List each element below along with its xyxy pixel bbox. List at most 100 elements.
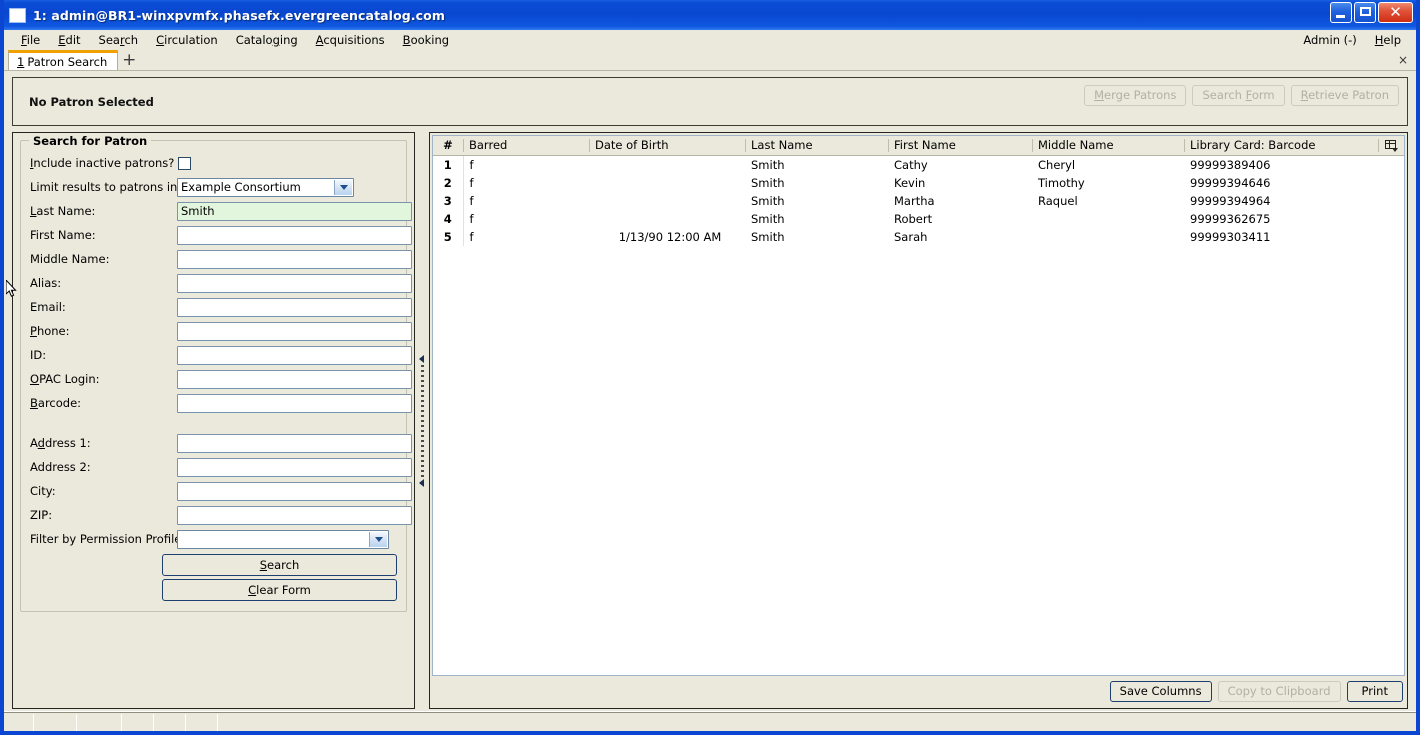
save-columns-button[interactable]: Save Columns bbox=[1109, 680, 1212, 702]
zip-input[interactable] bbox=[177, 505, 412, 525]
limit-results-select[interactable]: Example Consortium bbox=[177, 177, 354, 197]
table-row[interactable]: 3 f Smith Martha Raquel 99999394964 bbox=[433, 191, 1404, 210]
menu-admin[interactable]: Admin (-) bbox=[1294, 33, 1365, 47]
label-include-inactive: Include inactive patrons? bbox=[30, 156, 175, 170]
table-row[interactable]: 2 f Smith Kevin Timothy 99999394646 bbox=[433, 173, 1404, 192]
close-button[interactable]: ✕ bbox=[1378, 2, 1413, 23]
status-segment-1 bbox=[4, 714, 34, 731]
results-footer: Save Columns Copy to Clipboard Print bbox=[432, 676, 1405, 706]
status-segment-6 bbox=[186, 714, 218, 731]
window-controls: ✕ bbox=[1330, 2, 1413, 23]
status-segment-5 bbox=[154, 714, 186, 731]
page-title: No Patron Selected bbox=[29, 94, 154, 109]
table-row[interactable]: 5 f 1/13/90 12:00 AM Smith Sarah 9999930… bbox=[433, 227, 1404, 246]
new-tab-button[interactable]: + bbox=[118, 50, 140, 70]
column-header-library-card-barcode[interactable]: Library Card: Barcode bbox=[1184, 136, 1378, 156]
close-tab-button[interactable]: × bbox=[1398, 53, 1408, 67]
alias-input[interactable] bbox=[177, 273, 412, 293]
include-inactive-checkbox[interactable] bbox=[178, 156, 191, 170]
column-header-number[interactable]: # bbox=[433, 136, 463, 156]
tab-strip: 1 Patron Search + × bbox=[4, 49, 1416, 71]
cell-barcode: 99999394964 bbox=[1184, 191, 1378, 210]
splitter-collapse-right-icon bbox=[418, 478, 424, 487]
retrieve-patron-button[interactable]: Retrieve Patron bbox=[1290, 85, 1399, 106]
cell-date-of-birth bbox=[589, 209, 745, 228]
column-header-barred[interactable]: Barred bbox=[463, 136, 589, 156]
copy-to-clipboard-button[interactable]: Copy to Clipboard bbox=[1217, 680, 1341, 702]
last-name-input[interactable] bbox=[177, 201, 412, 221]
label-phone: Phone: bbox=[30, 324, 70, 338]
clear-form-button[interactable]: Clear Form bbox=[162, 579, 397, 601]
limit-results-value: Example Consortium bbox=[181, 180, 301, 194]
cell-date-of-birth: 1/13/90 12:00 AM bbox=[589, 227, 745, 246]
search-for-patron-fieldset: Search for Patron Include inactive patro… bbox=[20, 134, 412, 612]
close-icon: ✕ bbox=[1389, 3, 1402, 21]
column-header-last-name[interactable]: Last Name bbox=[745, 136, 888, 156]
city-input[interactable] bbox=[177, 481, 412, 501]
label-zip: ZIP: bbox=[30, 508, 53, 522]
permission-profile-select[interactable] bbox=[177, 529, 389, 549]
cell-date-of-birth bbox=[589, 191, 745, 210]
column-picker-button[interactable] bbox=[1378, 136, 1404, 156]
first-name-input[interactable] bbox=[177, 225, 412, 245]
menu-circulation[interactable]: Circulation bbox=[147, 33, 227, 47]
merge-patrons-button[interactable]: Merge Patrons bbox=[1084, 85, 1187, 106]
search-button-row: Search bbox=[30, 554, 397, 576]
opac-login-input[interactable] bbox=[177, 369, 412, 389]
menu-booking[interactable]: Booking bbox=[394, 33, 458, 47]
pane-splitter[interactable] bbox=[415, 132, 429, 709]
field-row-address-1: Address 1: bbox=[30, 431, 412, 455]
search-form-button[interactable]: Search Form bbox=[1192, 85, 1285, 106]
cell-barred: f bbox=[463, 227, 589, 246]
email-input[interactable] bbox=[177, 297, 412, 317]
label-limit-results: Limit results to patrons in bbox=[30, 180, 178, 194]
field-row-first-name: First Name: bbox=[30, 223, 412, 247]
cell-number: 1 bbox=[433, 155, 464, 174]
phone-input[interactable] bbox=[177, 321, 412, 341]
cell-barcode: 99999362675 bbox=[1184, 209, 1378, 228]
client-area: File Edit Search Circulation Cataloging … bbox=[4, 30, 1416, 731]
field-row-city: City: bbox=[30, 479, 412, 503]
table-row[interactable]: 4 f Smith Robert 99999362675 bbox=[433, 209, 1404, 228]
barcode-input[interactable] bbox=[177, 393, 412, 413]
field-row-address-2: Address 2: bbox=[30, 455, 412, 479]
cell-barred: f bbox=[463, 191, 589, 210]
label-permission-profile: Filter by Permission Profile: bbox=[30, 532, 186, 546]
chevron-down-icon bbox=[334, 179, 352, 195]
tab-patron-search[interactable]: 1 Patron Search bbox=[8, 50, 119, 70]
table-row[interactable]: 1 f Smith Cathy Cheryl 99999389406 bbox=[433, 155, 1404, 174]
status-segment-4 bbox=[122, 714, 154, 731]
search-button[interactable]: Search bbox=[162, 554, 397, 576]
cell-first-name: Robert bbox=[888, 209, 1032, 228]
middle-name-input[interactable] bbox=[177, 249, 412, 269]
menu-bar: File Edit Search Circulation Cataloging … bbox=[4, 30, 1416, 49]
search-panel-legend: Search for Patron bbox=[29, 134, 152, 148]
minimize-button[interactable] bbox=[1330, 2, 1352, 23]
table-header-row: # Barred Date of Birth Last Name First N… bbox=[433, 136, 1404, 156]
address-2-input[interactable] bbox=[177, 457, 412, 477]
cell-barred: f bbox=[463, 209, 589, 228]
menu-search[interactable]: Search bbox=[90, 33, 148, 47]
column-header-middle-name[interactable]: Middle Name bbox=[1032, 136, 1184, 156]
menu-edit[interactable]: Edit bbox=[49, 33, 89, 47]
cell-middle-name: Raquel bbox=[1032, 191, 1184, 210]
column-header-first-name[interactable]: First Name bbox=[888, 136, 1032, 156]
status-segment-7 bbox=[218, 714, 1416, 731]
cell-spacer bbox=[1378, 191, 1404, 210]
menu-acquisitions[interactable]: Acquisitions bbox=[307, 33, 394, 47]
status-segment-2 bbox=[34, 714, 77, 731]
address-1-input[interactable] bbox=[177, 433, 412, 453]
maximize-button[interactable] bbox=[1354, 2, 1376, 23]
menu-file[interactable]: File bbox=[12, 33, 49, 47]
menu-cataloging[interactable]: Cataloging bbox=[227, 33, 307, 47]
menu-help[interactable]: Help bbox=[1366, 33, 1410, 47]
id-input[interactable] bbox=[177, 345, 412, 365]
cell-barcode: 99999303411 bbox=[1184, 227, 1378, 246]
form-spacer bbox=[30, 415, 397, 431]
splitter-grip[interactable] bbox=[418, 354, 424, 487]
column-header-date-of-birth[interactable]: Date of Birth bbox=[589, 136, 745, 156]
cell-barcode: 99999394646 bbox=[1184, 173, 1378, 192]
splitter-collapse-left-icon bbox=[418, 354, 424, 363]
cell-barcode: 99999389406 bbox=[1184, 155, 1378, 174]
print-button[interactable]: Print bbox=[1346, 680, 1403, 702]
